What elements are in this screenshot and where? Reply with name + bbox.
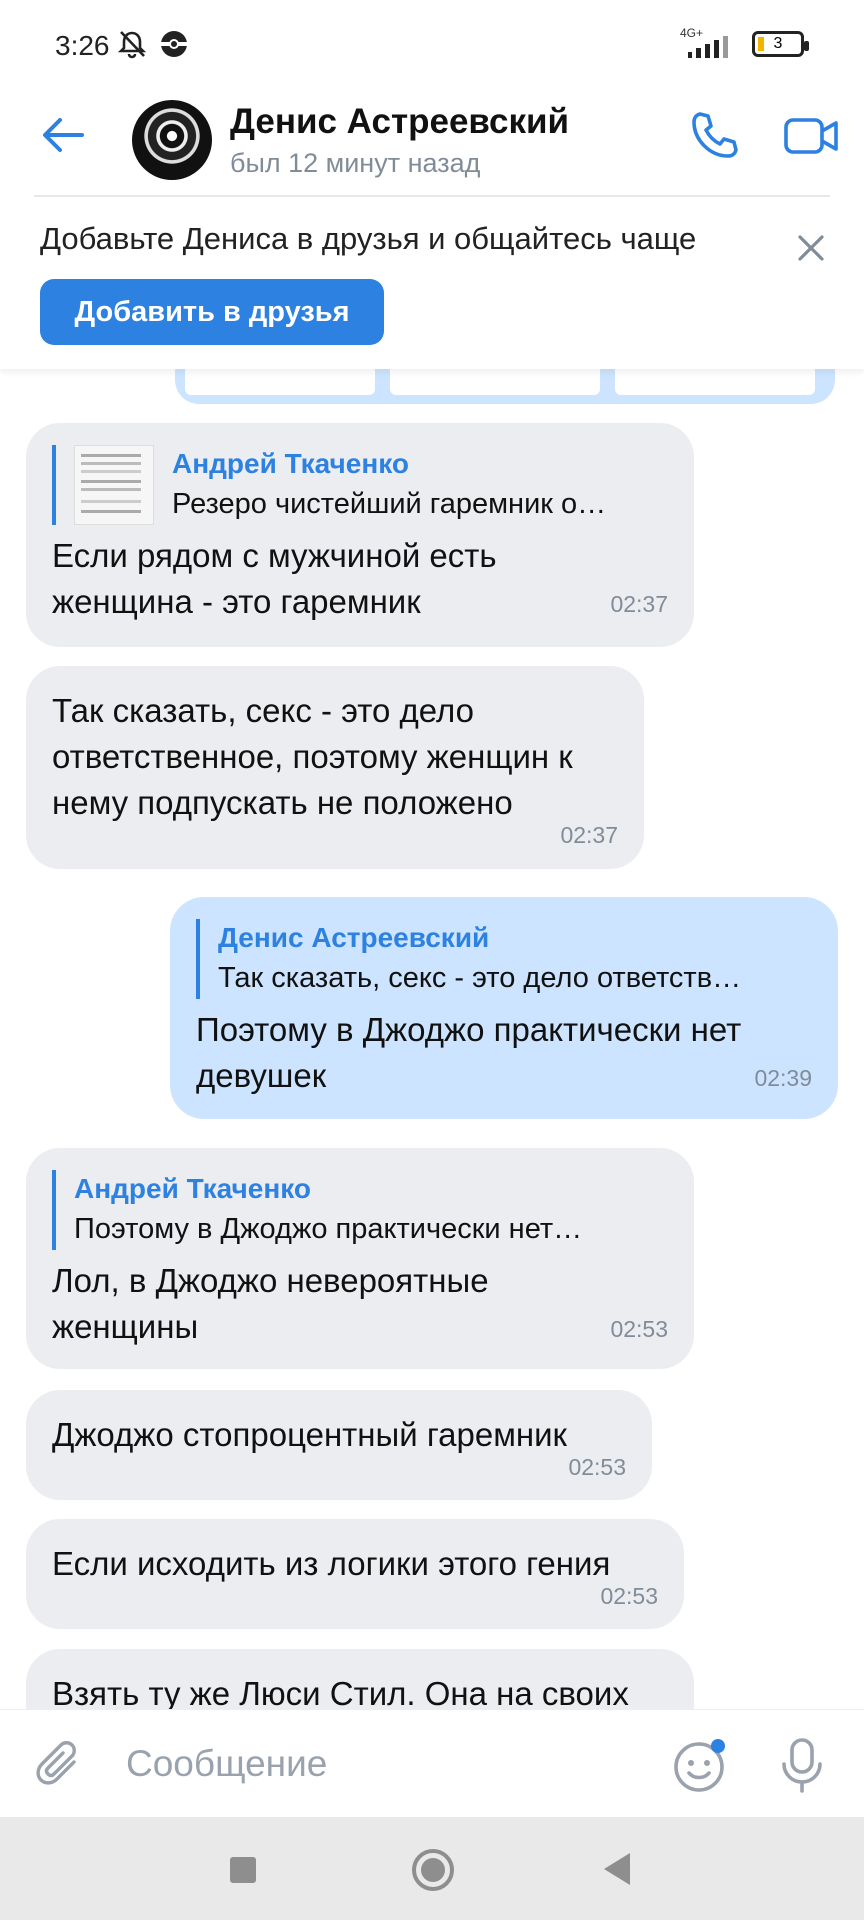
microphone-button[interactable] [774,1736,830,1794]
reply-text: Резеро чистейший гаремник о… [172,488,607,520]
message-text: Так сказать, секс - это дело ответственн… [52,692,573,821]
close-icon [798,235,824,261]
avatar[interactable] [132,100,212,180]
chat-header: Денис Астреевский был 12 минут назад [0,90,864,195]
contact-status: был 12 минут назад [230,148,481,178]
message-list[interactable]: Андрей Ткаченко Резеро чистейший гаремни… [0,369,864,1709]
video-camera-icon [784,118,838,154]
recents-button[interactable] [230,1857,256,1883]
status-time: 3:26 [55,30,110,61]
message-bubble[interactable]: Джоджо стопроцентный гаремник 02:53 [26,1390,652,1500]
system-back-button[interactable] [604,1853,630,1885]
message-input[interactable] [126,1734,646,1794]
message-composer [0,1709,864,1817]
reply-author: Андрей Ткаченко [172,448,409,479]
message-text: Если исходить из логики этого гения [52,1545,611,1582]
reply-thumbnail [74,445,154,525]
microphone-icon [782,1738,822,1793]
message-bubble[interactable]: Взять ту же Люси Стил. Она на своих [26,1649,694,1709]
message-bubble-outgoing[interactable]: Денис Астреевский Так сказать, секс - эт… [170,897,838,1119]
home-button[interactable] [412,1849,454,1891]
bell-off-icon [116,28,148,65]
pokeball-icon [158,28,190,65]
status-bar: 3:26 4G+ 3 [0,0,864,90]
message-text: Джоджо стопроцентный гаремник [52,1416,567,1453]
banner-close-button[interactable] [794,231,828,265]
message-bubble[interactable]: Так сказать, секс - это дело ответственн… [26,666,644,869]
contact-name[interactable]: Денис Астреевский [230,102,569,142]
battery-icon: 3 [752,31,809,57]
message-time: 02:37 [560,822,618,848]
paperclip-icon [36,1741,76,1785]
message-bubble[interactable]: Андрей Ткаченко Поэтому в Джоджо практич… [26,1148,694,1369]
call-button[interactable] [686,108,742,164]
smiley-icon [674,1739,725,1792]
reply-author: Денис Астреевский [218,922,490,953]
arrow-left-icon [43,118,84,152]
reply-quote[interactable]: Андрей Ткаченко Резеро чистейший гаремни… [52,445,668,525]
battery-level: 3 [773,35,783,52]
add-friend-button[interactable]: Добавить в друзья [40,279,384,345]
reply-quote[interactable]: Андрей Ткаченко Поэтому в Джоджо практич… [52,1170,668,1250]
system-navigation-bar [0,1817,864,1920]
banner-text: Добавьте Дениса в друзья и общайтесь чащ… [40,221,697,256]
message-bubble[interactable]: Андрей Ткаченко Резеро чистейший гаремни… [26,423,694,647]
add-friend-banner: Добавьте Дениса в друзья и общайтесь чащ… [0,197,864,369]
back-button[interactable] [38,110,88,160]
signal-icon: 4G+ [680,26,740,58]
reply-text: Так сказать, секс - это дело ответств… [218,962,742,994]
message-time: 02:53 [568,1454,626,1480]
attach-button[interactable] [36,1740,88,1792]
emoji-button[interactable] [672,1738,728,1794]
reply-quote[interactable]: Денис Астреевский Так сказать, секс - эт… [196,919,812,999]
reply-author: Андрей Ткаченко [74,1173,311,1204]
message-bubble[interactable]: Если исходить из логики этого гения 02:5… [26,1519,684,1629]
attachment-preview-partial[interactable] [175,369,835,404]
message-text: Взять ту же Люси Стил. Она на своих [52,1675,629,1709]
video-call-button[interactable] [782,108,842,164]
reply-text: Поэтому в Джоджо практически нет… [74,1213,583,1245]
phone-icon [692,112,738,158]
message-time: 02:53 [600,1583,658,1609]
